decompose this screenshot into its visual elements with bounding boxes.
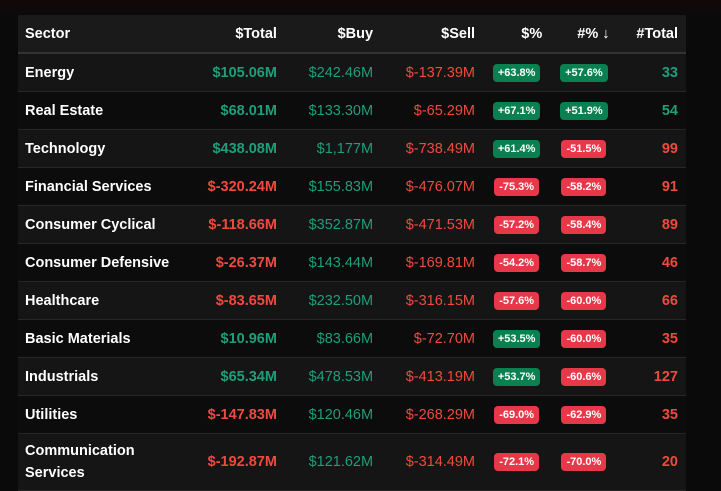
count-total: 99 <box>617 129 686 168</box>
count-total: 54 <box>617 91 686 130</box>
sell-value: $-137.39M <box>381 53 484 92</box>
total-value: $-147.83M <box>183 395 285 434</box>
table-row[interactable]: Real Estate $68.01M $133.30M $-65.29M +6… <box>18 91 686 130</box>
sector-name: Healthcare <box>18 281 183 320</box>
sell-value: $-65.29M <box>381 91 484 130</box>
buy-value: $478.53M <box>284 357 382 396</box>
count-pct-badge: +51.9% <box>560 101 608 120</box>
count-total: 33 <box>617 53 686 92</box>
sell-value: $-268.29M <box>381 395 484 434</box>
count-total: 46 <box>617 243 686 282</box>
count-total: 127 <box>617 357 686 396</box>
count-total: 66 <box>617 281 686 320</box>
sell-value: $-738.49M <box>381 129 484 168</box>
buy-value: $242.46M <box>284 53 382 92</box>
sector-name: Financial Services <box>18 167 183 206</box>
table-row[interactable]: Communication Services $-192.87M $121.62… <box>18 433 686 491</box>
buy-value: $232.50M <box>284 281 382 320</box>
sector-name: Basic Materials <box>18 319 183 358</box>
table-row[interactable]: Energy $105.06M $242.46M $-137.39M +63.8… <box>18 53 686 92</box>
count-pct-badge: +57.6% <box>560 63 608 82</box>
header-total[interactable]: $Total <box>183 15 285 54</box>
table-row[interactable]: Utilities $-147.83M $120.46M $-268.29M -… <box>18 395 686 434</box>
pct-badge: -75.3% <box>494 177 540 196</box>
sell-value: $-471.53M <box>381 205 484 244</box>
count-total: 91 <box>617 167 686 206</box>
header-sector[interactable]: Sector <box>18 15 183 54</box>
buy-value: $352.87M <box>284 205 382 244</box>
pct-badge: +53.5% <box>492 329 541 348</box>
buy-value: $120.46M <box>284 395 382 434</box>
pct-badge: -57.2% <box>494 215 540 234</box>
total-value: $65.34M <box>183 357 285 396</box>
count-pct-badge: -62.9% <box>561 405 607 424</box>
buy-value: $155.83M <box>284 167 382 206</box>
table-row[interactable]: Technology $438.08M $1,177M $-738.49M +6… <box>18 129 686 168</box>
pct-badge: +63.8% <box>492 63 541 82</box>
sector-name: Communication Services <box>18 433 183 491</box>
sell-value: $-72.70M <box>381 319 484 358</box>
total-value: $10.96M <box>183 319 285 358</box>
total-value: $68.01M <box>183 91 285 130</box>
table-row[interactable]: Financial Services $-320.24M $155.83M $-… <box>18 167 686 206</box>
count-pct-badge: -60.0% <box>561 291 607 310</box>
total-value: $-192.87M <box>183 433 285 491</box>
header-count-pct-sorted[interactable]: #% ↓ <box>550 15 618 54</box>
sector-name: Real Estate <box>18 91 183 130</box>
total-value: $-26.37M <box>183 243 285 282</box>
count-pct-badge: -51.5% <box>561 139 607 158</box>
count-total: 20 <box>617 433 686 491</box>
pct-badge: -72.1% <box>494 453 540 471</box>
header-row: Sector $Total $Buy $Sell $% #% ↓ #Total <box>18 15 686 54</box>
pct-badge: -69.0% <box>494 405 540 424</box>
pct-badge: -57.6% <box>494 291 540 310</box>
buy-value: $143.44M <box>284 243 382 282</box>
sector-name: Consumer Defensive <box>18 243 183 282</box>
count-pct-badge: -58.4% <box>561 215 607 234</box>
count-total: 35 <box>617 319 686 358</box>
total-value: $438.08M <box>183 129 285 168</box>
count-pct-badge: -60.6% <box>561 367 607 386</box>
sell-value: $-316.15M <box>381 281 484 320</box>
table-row[interactable]: Industrials $65.34M $478.53M $-413.19M +… <box>18 357 686 396</box>
table-row[interactable]: Healthcare $-83.65M $232.50M $-316.15M -… <box>18 281 686 320</box>
sector-name: Energy <box>18 53 183 92</box>
sell-value: $-314.49M <box>381 433 484 491</box>
sell-value: $-169.81M <box>381 243 484 282</box>
sector-table: Sector $Total $Buy $Sell $% #% ↓ #Total … <box>18 15 686 491</box>
buy-value: $121.62M <box>284 433 382 491</box>
sector-name: Technology <box>18 129 183 168</box>
pct-badge: +53.7% <box>492 367 541 386</box>
count-total: 35 <box>617 395 686 434</box>
table-row[interactable]: Basic Materials $10.96M $83.66M $-72.70M… <box>18 319 686 358</box>
buy-value: $133.30M <box>284 91 382 130</box>
total-value: $-320.24M <box>183 167 285 206</box>
count-pct-badge: -58.2% <box>561 177 607 196</box>
sector-name: Industrials <box>18 357 183 396</box>
pct-badge: +67.1% <box>492 101 541 120</box>
total-value: $105.06M <box>183 53 285 92</box>
header-pct[interactable]: $% <box>483 15 551 54</box>
header-sell[interactable]: $Sell <box>381 15 484 54</box>
count-pct-badge: -70.0% <box>561 453 607 471</box>
total-value: $-118.66M <box>183 205 285 244</box>
total-value: $-83.65M <box>183 281 285 320</box>
count-total: 89 <box>617 205 686 244</box>
header-count-total[interactable]: #Total <box>617 15 686 54</box>
pct-badge: +61.4% <box>492 139 541 158</box>
buy-value: $83.66M <box>284 319 382 358</box>
pct-badge: -54.2% <box>494 253 540 272</box>
top-bar <box>0 0 721 15</box>
sector-name: Utilities <box>18 395 183 434</box>
count-pct-badge: -58.7% <box>561 253 607 272</box>
table-row[interactable]: Consumer Cyclical $-118.66M $352.87M $-4… <box>18 205 686 244</box>
sell-value: $-476.07M <box>381 167 484 206</box>
sell-value: $-413.19M <box>381 357 484 396</box>
sector-name: Consumer Cyclical <box>18 205 183 244</box>
count-pct-badge: -60.0% <box>561 329 607 348</box>
table-row[interactable]: Consumer Defensive $-26.37M $143.44M $-1… <box>18 243 686 282</box>
header-buy[interactable]: $Buy <box>284 15 382 54</box>
buy-value: $1,177M <box>284 129 382 168</box>
